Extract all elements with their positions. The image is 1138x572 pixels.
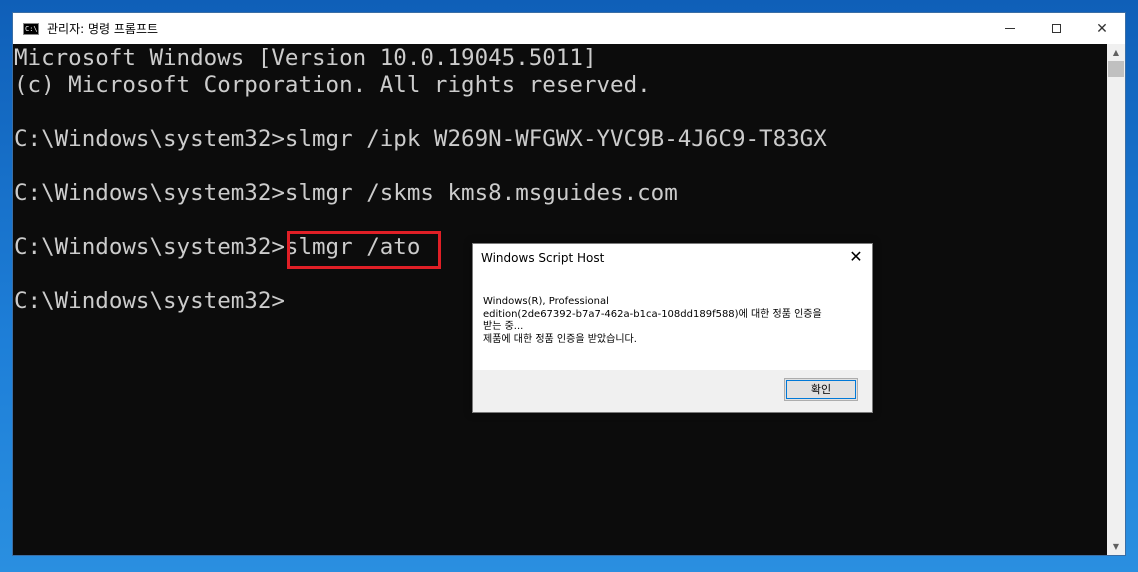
maximize-button[interactable] bbox=[1033, 13, 1079, 44]
close-icon: ✕ bbox=[1096, 20, 1108, 37]
message-line: 제품에 대한 정품 인증을 받았습니다. bbox=[483, 333, 637, 345]
minimize-icon bbox=[1005, 28, 1015, 29]
highlight-box bbox=[287, 231, 441, 269]
cmd-icon: C:\ bbox=[23, 22, 39, 35]
message-line: Windows(R), Professional bbox=[483, 296, 609, 307]
console-line: Microsoft Windows [Version 10.0.19045.50… bbox=[14, 45, 597, 71]
scroll-thumb[interactable] bbox=[1108, 61, 1124, 77]
windows-script-host-dialog[interactable]: Windows Script Host ✕ Windows(R), Profes… bbox=[472, 243, 873, 413]
ok-button[interactable]: 확인 bbox=[784, 378, 858, 401]
minimize-button[interactable] bbox=[987, 13, 1033, 44]
vertical-scrollbar[interactable]: ▲ ▼ bbox=[1107, 44, 1125, 555]
dialog-footer: 확인 bbox=[473, 370, 872, 412]
window-title: 관리자: 명령 프롬프트 bbox=[47, 22, 159, 36]
console-line: (c) Microsoft Corporation. All rights re… bbox=[14, 72, 651, 98]
dialog-close-icon[interactable]: ✕ bbox=[848, 248, 864, 266]
console-line: C:\Windows\system32>slmgr /ipk W269N-WFG… bbox=[14, 126, 827, 152]
dialog-title: Windows Script Host bbox=[481, 251, 605, 265]
console-line: C:\Windows\system32>slmgr /skms kms8.msg… bbox=[14, 180, 678, 206]
console-line: C:\Windows\system32> bbox=[14, 288, 285, 314]
scroll-up-icon[interactable]: ▲ bbox=[1107, 44, 1125, 61]
maximize-icon bbox=[1051, 24, 1061, 33]
dialog-message: Windows(R), Professional edition(2de6739… bbox=[483, 296, 853, 346]
scroll-down-icon[interactable]: ▼ bbox=[1107, 538, 1125, 555]
title-bar[interactable]: C:\ 관리자: 명령 프롬프트 ✕ bbox=[13, 13, 1125, 44]
caption-buttons: ✕ bbox=[987, 13, 1125, 44]
message-line: 받는 중... bbox=[483, 321, 524, 332]
close-button[interactable]: ✕ bbox=[1079, 13, 1125, 44]
message-line: edition(2de67392-b7a7-462a-b1ca-108dd189… bbox=[483, 308, 822, 320]
